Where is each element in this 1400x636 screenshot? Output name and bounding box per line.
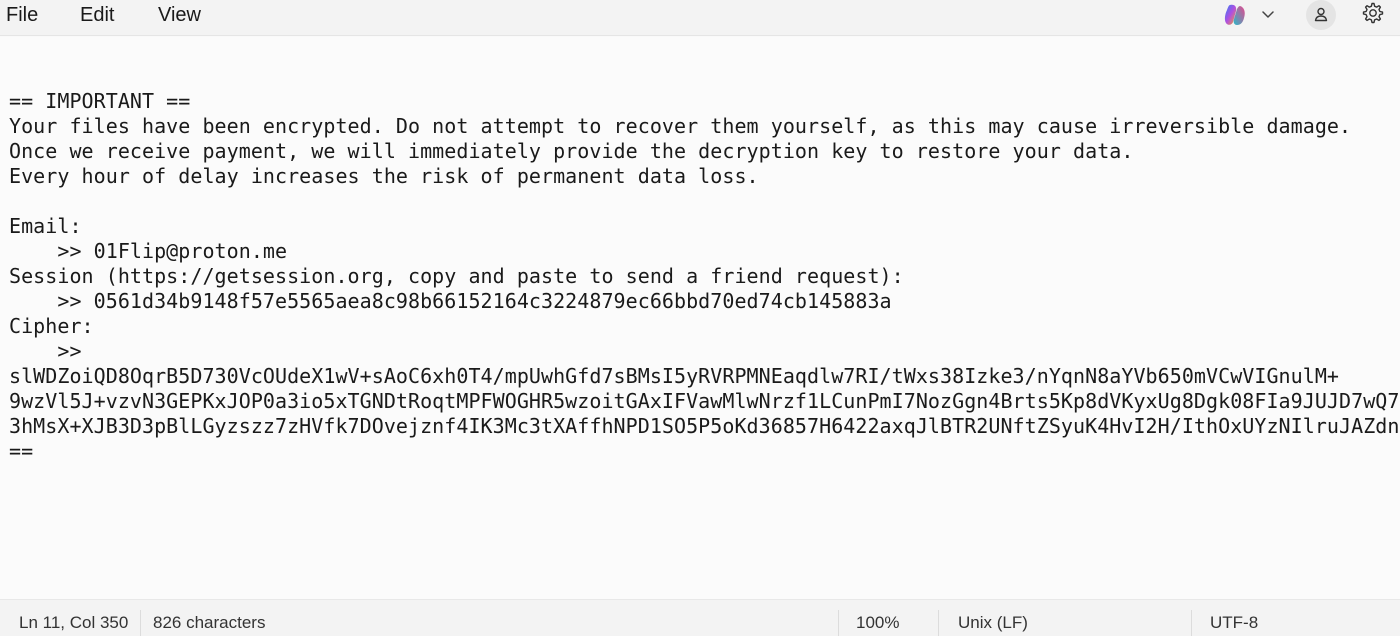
line-ending[interactable]: Unix (LF) [958, 613, 1028, 633]
status-divider [140, 610, 141, 636]
character-count: 826 characters [153, 613, 266, 632]
text-editor[interactable]: == IMPORTANT == Your files have been enc… [0, 37, 1400, 599]
document-text[interactable]: == IMPORTANT == Your files have been enc… [9, 64, 1400, 464]
line-9: >> 0561d34b9148f57e5565aea8c98b66152164c… [9, 289, 892, 313]
line-6: Email: [9, 214, 82, 238]
line-7: >> 01Flip@proton.me [9, 239, 288, 263]
zoom-level[interactable]: 100% [856, 613, 899, 633]
line-1: == IMPORTANT == [9, 89, 191, 113]
status-divider [1191, 610, 1192, 636]
status-bar: Ln 11, Col 350 826 characters 100% Unix … [0, 599, 1400, 636]
copilot-icon[interactable] [1222, 2, 1248, 28]
menu-file[interactable]: File [6, 3, 38, 27]
line-8: Session (https://getsession.org, copy an… [9, 264, 904, 288]
menu-bar: File Edit View [0, 0, 1400, 36]
gear-icon[interactable] [1360, 1, 1384, 25]
notepad-window: File Edit View == IMPORTANT == Your file… [0, 0, 1400, 636]
menu-view[interactable]: View [158, 3, 201, 27]
chevron-down-icon[interactable] [1260, 6, 1276, 22]
line-14: 3hMsX+XJB3D3pBlLGyzszz7zHVfk7DOvejznf4IK… [9, 414, 1400, 438]
line-2: Your files have been encrypted. Do not a… [9, 114, 1352, 138]
menu-edit[interactable]: Edit [80, 3, 114, 27]
line-10: Cipher: [9, 314, 94, 338]
line-12: slWDZoiQD8OqrB5D730VcOUdeX1wV+sAoC6xh0T4… [9, 364, 1340, 388]
line-15: == [9, 439, 34, 463]
line-13: 9wzVl5J+vzvN3GEPKxJOP0a3io5xTGNDtRoqtMPF… [9, 389, 1400, 413]
line-11: >> [9, 339, 82, 363]
cursor-position: Ln 11, Col 350 [19, 613, 129, 632]
account-icon[interactable] [1306, 0, 1336, 30]
status-divider [938, 610, 939, 636]
line-4: Every hour of delay increases the risk o… [9, 164, 759, 188]
encoding[interactable]: UTF-8 [1210, 613, 1258, 633]
line-3: Once we receive payment, we will immedia… [9, 139, 1134, 163]
status-divider [838, 610, 839, 636]
